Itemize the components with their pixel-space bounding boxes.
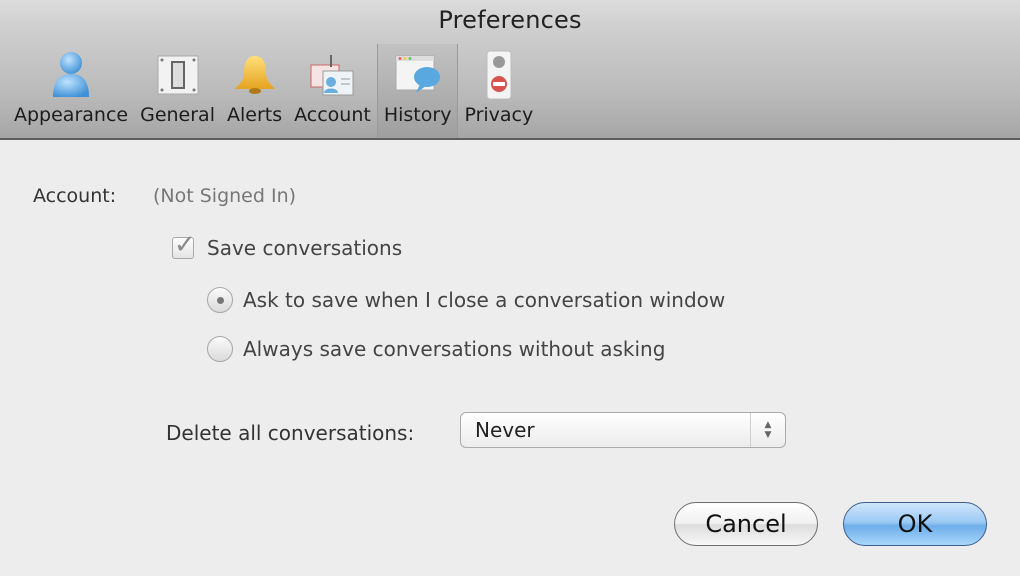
- chat-history-icon: [394, 48, 442, 102]
- person-icon: [47, 48, 95, 102]
- checkmark-icon: ✓: [174, 230, 196, 260]
- save-conversations-label: Save conversations: [207, 236, 403, 260]
- checkbox-box[interactable]: ✓: [172, 230, 196, 260]
- radio-button[interactable]: [207, 336, 233, 362]
- tab-account[interactable]: Account: [288, 44, 377, 138]
- history-pane: Account: (Not Signed In) ✓ Save conversa…: [0, 140, 1020, 576]
- save-conversations-checkbox[interactable]: ✓ Save conversations: [172, 230, 403, 260]
- switch-icon: [154, 48, 202, 102]
- delete-conversations-label: Delete all conversations:: [166, 421, 415, 445]
- tab-privacy[interactable]: Privacy: [458, 44, 539, 138]
- account-label: Account:: [33, 185, 117, 207]
- delete-conversations-select[interactable]: Never ▲ ▼: [460, 412, 786, 448]
- radio-button-selected[interactable]: [207, 287, 233, 313]
- account-status: (Not Signed In): [153, 185, 297, 207]
- select-value: Never: [475, 418, 535, 442]
- id-cards-icon: [308, 48, 356, 102]
- radio-always-save[interactable]: Always save conversations without asking: [207, 336, 665, 362]
- radio-label: Ask to save when I close a conversation …: [243, 288, 726, 312]
- bell-icon: [231, 48, 279, 102]
- tab-appearance[interactable]: Appearance: [8, 44, 134, 138]
- tab-history[interactable]: History: [376, 44, 459, 138]
- tab-general[interactable]: General: [134, 44, 221, 138]
- ok-button[interactable]: OK: [843, 502, 987, 546]
- updown-arrows-icon: ▲ ▼: [750, 413, 785, 447]
- door-hanger-icon: [475, 48, 523, 102]
- tab-alerts[interactable]: Alerts: [221, 44, 288, 138]
- preferences-toolbar: Preferences Appearance General Alerts Ac…: [0, 0, 1020, 140]
- preference-tabs: Appearance General Alerts Account Histor…: [8, 44, 539, 138]
- window-title: Preferences: [438, 6, 582, 34]
- cancel-button[interactable]: Cancel: [674, 502, 818, 546]
- radio-ask-to-save[interactable]: Ask to save when I close a conversation …: [207, 287, 725, 313]
- radio-label: Always save conversations without asking: [243, 337, 666, 361]
